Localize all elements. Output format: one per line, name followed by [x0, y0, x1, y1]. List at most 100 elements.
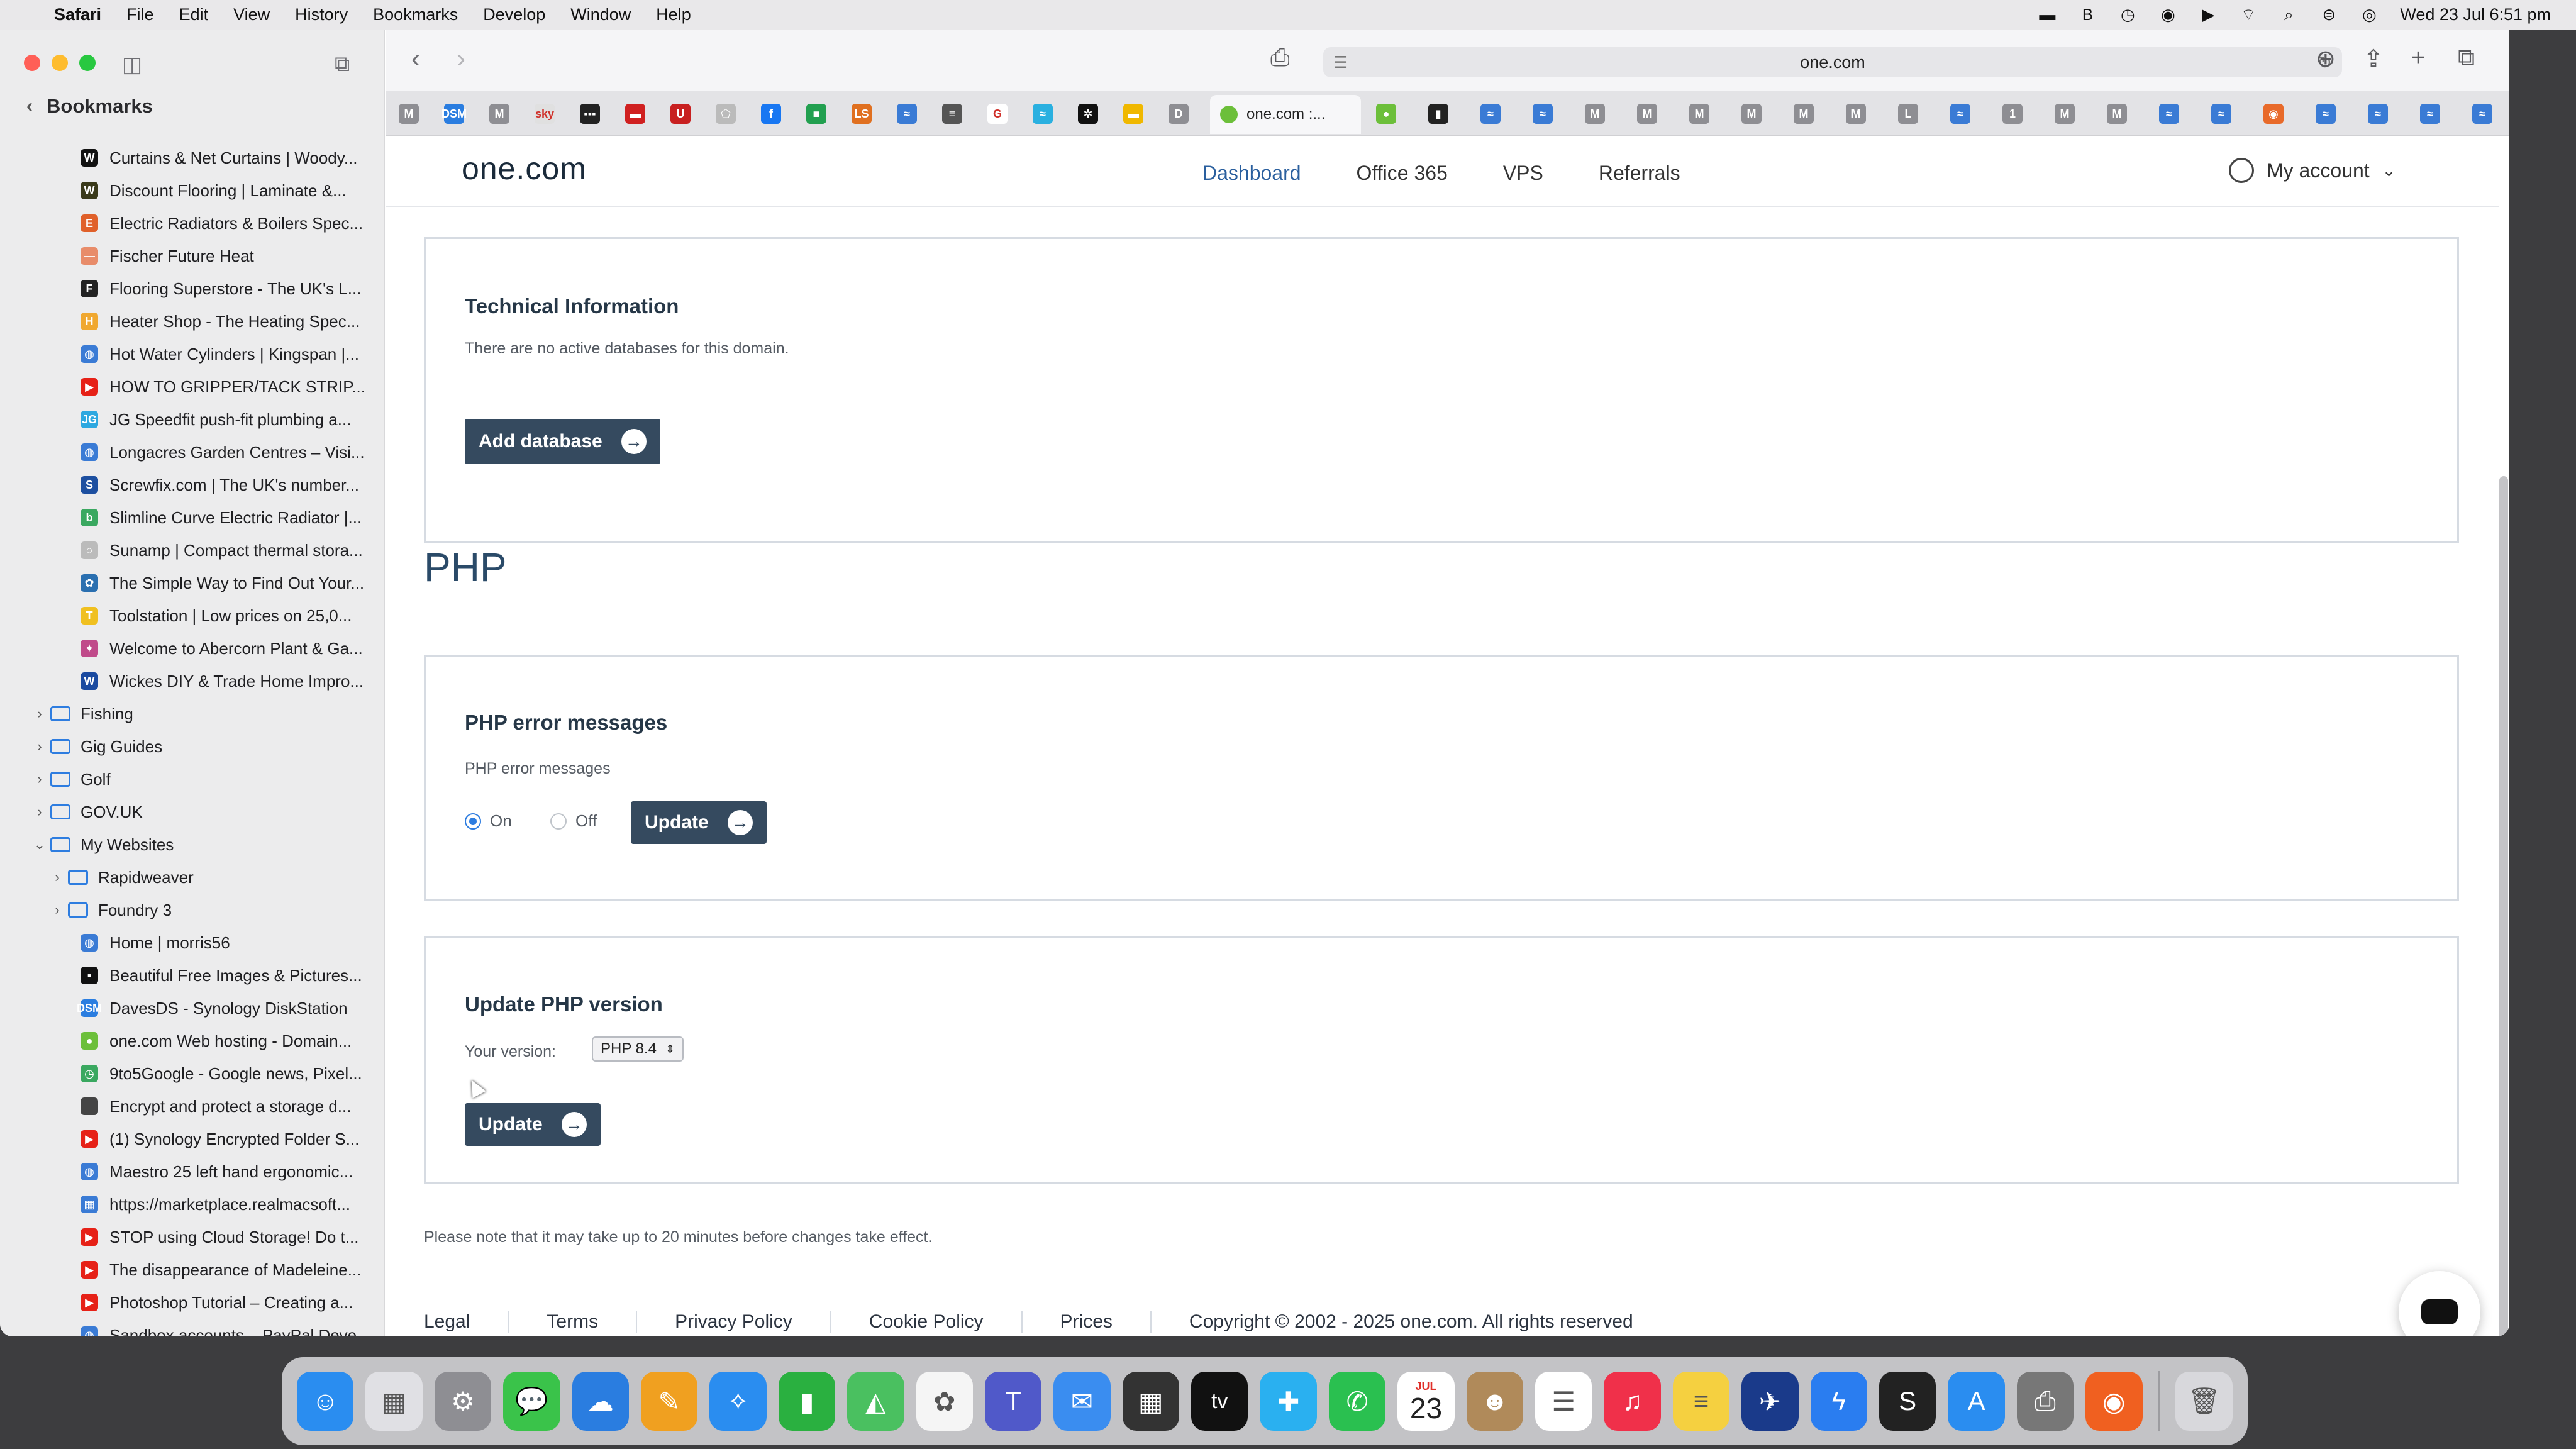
dock-music-icon[interactable]: ♫: [1604, 1372, 1661, 1431]
chevron-right-icon[interactable]: ›: [31, 804, 48, 820]
bookmark-item[interactable]: T Toolstation | Low prices on 25,0...: [0, 599, 385, 632]
bookmark-item[interactable]: ▪ Beautiful Free Images & Pictures...: [0, 959, 385, 992]
tab-favicon-icon[interactable]: M: [2055, 104, 2075, 124]
menu-view[interactable]: View: [233, 5, 270, 25]
dock-mail-icon[interactable]: ✉: [1053, 1372, 1111, 1431]
chevron-right-icon[interactable]: ›: [49, 902, 65, 918]
forward-icon[interactable]: ›: [457, 43, 465, 74]
share-icon[interactable]: ⇪: [2363, 45, 2384, 73]
tab-favicon-icon[interactable]: M: [1846, 104, 1866, 124]
nav-vps[interactable]: VPS: [1503, 162, 1543, 185]
menu-safari[interactable]: Safari: [54, 5, 101, 25]
tab-favicon-icon[interactable]: ≈: [1480, 104, 1501, 124]
new-tab-group-icon[interactable]: ⧉: [335, 52, 350, 77]
tab-favicon-icon[interactable]: ≡: [942, 104, 962, 124]
menu-history[interactable]: History: [295, 5, 348, 25]
dock-messages-icon[interactable]: 💬: [503, 1372, 560, 1431]
control-center-icon[interactable]: ⊜: [2319, 5, 2338, 25]
footer-prices-link[interactable]: Prices: [1021, 1311, 1150, 1333]
dock-system-settings-icon[interactable]: ⚙: [434, 1372, 492, 1431]
tab-favicon-icon[interactable]: LS: [852, 104, 872, 124]
bookmark-item[interactable]: W Wickes DIY & Trade Home Impro...: [0, 665, 385, 697]
bookmark-item[interactable]: ✿ The Simple Way to Find Out Your...: [0, 567, 385, 599]
bookmark-item[interactable]: ◍ Longacres Garden Centres – Visi...: [0, 436, 385, 469]
nav-dashboard[interactable]: Dashboard: [1202, 162, 1301, 185]
back-icon[interactable]: ‹: [411, 43, 420, 74]
dock-teams-icon[interactable]: T: [984, 1372, 1042, 1431]
bookmark-item[interactable]: H Heater Shop - The Heating Spec...: [0, 305, 385, 338]
downloads-icon[interactable]: ⊕: [2316, 45, 2336, 73]
tab-favicon-icon[interactable]: 1: [2002, 104, 2023, 124]
radio-on[interactable]: On: [465, 811, 512, 831]
bookmark-item[interactable]: ▦ https://marketplace.realmacsoft...: [0, 1188, 385, 1221]
bookmark-item[interactable]: ● one.com Web hosting - Domain...: [0, 1024, 385, 1057]
page-scrollbar[interactable]: [2499, 476, 2508, 1336]
tab-favicon-icon[interactable]: M: [1689, 104, 1709, 124]
sidebar-toggle-icon[interactable]: ◫: [122, 52, 142, 77]
nav-referrals[interactable]: Referrals: [1599, 162, 1680, 185]
php-version-select[interactable]: PHP 8.4 ⇕: [592, 1036, 684, 1062]
bookmark-folder[interactable]: ⌄ My Websites: [0, 828, 385, 861]
radio-off-dot[interactable]: [550, 813, 567, 830]
tab-favicon-icon[interactable]: M: [1637, 104, 1657, 124]
dock-pages-icon[interactable]: ✎: [640, 1372, 698, 1431]
radio-on-dot[interactable]: [465, 813, 481, 830]
tab-favicon-icon[interactable]: ◉: [2263, 104, 2284, 124]
bookmark-item[interactable]: ▶ HOW TO GRIPPER/TACK STRIP...: [0, 370, 385, 403]
menu-file[interactable]: File: [126, 5, 154, 25]
bookmark-item[interactable]: ◍ Home | morris56: [0, 926, 385, 959]
dock-xcode-cloud-icon[interactable]: ✚: [1260, 1372, 1317, 1431]
dock-apple-tv-icon[interactable]: tv: [1191, 1372, 1248, 1431]
dock-calendar-icon[interactable]: JUL 23: [1397, 1372, 1455, 1431]
dock-finder-icon[interactable]: ☺: [297, 1372, 354, 1431]
bookmark-item[interactable]: ✦ Welcome to Abercorn Plant & Ga...: [0, 632, 385, 665]
menu-develop[interactable]: Develop: [483, 5, 545, 25]
dock-numbers-icon[interactable]: ▮: [778, 1372, 836, 1431]
dock-app-store-icon[interactable]: A: [1948, 1372, 2005, 1431]
tab-favicon-icon[interactable]: M: [489, 104, 509, 124]
dock-launchpad-icon[interactable]: ▦: [365, 1372, 423, 1431]
bookmark-item[interactable]: ○ Sunamp | Compact thermal stora...: [0, 534, 385, 567]
bookmark-folder[interactable]: › Foundry 3: [0, 894, 385, 926]
bookmark-item[interactable]: ▶ (1) Synology Encrypted Folder S...: [0, 1123, 385, 1155]
menu-window[interactable]: Window: [570, 5, 631, 25]
tab-favicon-icon[interactable]: ≈: [897, 104, 917, 124]
new-tab-icon[interactable]: +: [2411, 45, 2425, 72]
dock-photos-icon[interactable]: ✿: [916, 1372, 973, 1431]
dock-contacts-icon[interactable]: ☻: [1466, 1372, 1524, 1431]
bookmark-item[interactable]: Encrypt and protect a storage d...: [0, 1090, 385, 1123]
tab-favicon-icon[interactable]: M: [1585, 104, 1605, 124]
dock-calculator-icon[interactable]: ▦: [1122, 1372, 1180, 1431]
tab-favicon-icon[interactable]: ≈: [2316, 104, 2336, 124]
add-database-button[interactable]: Add database →: [465, 419, 660, 464]
play-icon[interactable]: ▶: [2199, 5, 2218, 25]
bookmark-item[interactable]: W Curtains & Net Curtains | Woody...: [0, 142, 385, 174]
minimize-window-button[interactable]: [52, 55, 68, 71]
bookmark-item[interactable]: W Discount Flooring | Laminate &...: [0, 174, 385, 207]
dock-notes-icon[interactable]: ≡: [1672, 1372, 1730, 1431]
tab-favicon-icon[interactable]: M: [1794, 104, 1814, 124]
tab-favicon-icon[interactable]: f: [761, 104, 781, 124]
tab-favicon-icon[interactable]: ≈: [2211, 104, 2231, 124]
menu-edit[interactable]: Edit: [179, 5, 209, 25]
footer-cookie-link[interactable]: Cookie Policy: [830, 1311, 1021, 1333]
tab-favicon-icon[interactable]: ≈: [1533, 104, 1553, 124]
bookmark-item[interactable]: b Slimline Curve Electric Radiator |...: [0, 501, 385, 534]
tab-favicon-icon[interactable]: ▬: [625, 104, 645, 124]
tab-favicon-icon[interactable]: M: [1741, 104, 1762, 124]
bookmark-folder[interactable]: › Rapidweaver: [0, 861, 385, 894]
update-error-messages-button[interactable]: Update →: [631, 801, 767, 844]
zoom-window-button[interactable]: [79, 55, 96, 71]
tab-favicon-icon[interactable]: ▪▪▪: [580, 104, 600, 124]
bookmark-item[interactable]: ▶ STOP using Cloud Storage! Do t...: [0, 1221, 385, 1253]
dock-trash-icon[interactable]: 🗑: [2175, 1372, 2233, 1431]
bookmark-item[interactable]: JG JG Speedfit push-fit plumbing a...: [0, 403, 385, 436]
one-com-logo[interactable]: one.com: [462, 150, 587, 187]
site-settings-icon[interactable]: ☰: [1333, 53, 1348, 72]
address-bar[interactable]: ☰ one.com ↻: [1323, 47, 2342, 77]
back-chevron-icon[interactable]: ‹: [26, 96, 33, 117]
time-machine-icon[interactable]: ◷: [2118, 5, 2137, 25]
tab-favicon-icon[interactable]: ■: [806, 104, 826, 124]
dock-reminders-icon[interactable]: ☰: [1535, 1372, 1592, 1431]
b-icon[interactable]: B: [2078, 5, 2097, 25]
